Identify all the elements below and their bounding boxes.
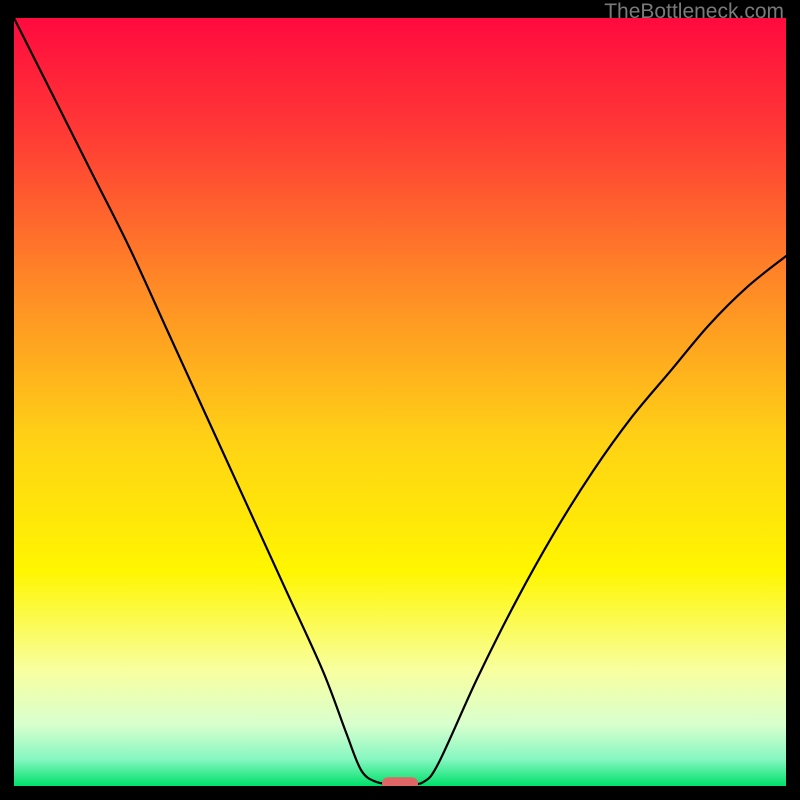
plot-area: [14, 18, 786, 786]
chart-frame: TheBottleneck.com: [0, 0, 800, 800]
chart-svg: [14, 18, 786, 786]
watermark-text: TheBottleneck.com: [604, 0, 784, 24]
gradient-background: [14, 18, 786, 786]
optimal-marker: [382, 777, 418, 786]
